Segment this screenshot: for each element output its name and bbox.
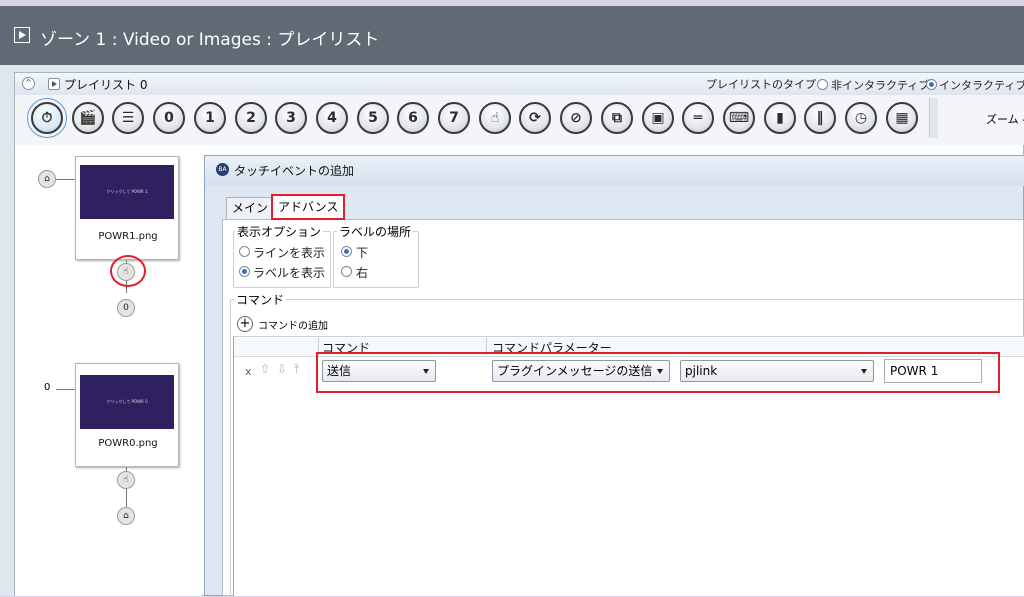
highlight-circle — [110, 255, 146, 287]
key-3-icon[interactable]: 3 — [275, 102, 307, 134]
radio-position-right[interactable] — [341, 266, 352, 277]
playlist-name: プレイリスト 0 — [64, 78, 148, 92]
playlist-play-icon[interactable] — [48, 78, 60, 90]
radio-position-bottom-label: 下 — [356, 246, 369, 260]
stopwatch-icon[interactable]: ⏱ — [27, 98, 67, 138]
keyboard-icon[interactable]: ⌨ — [723, 102, 755, 134]
app-icon: BA — [216, 163, 229, 176]
toolbar-scroll[interactable] — [929, 98, 938, 138]
barcode-icon[interactable]: ‖ — [804, 102, 836, 134]
key-4-icon[interactable]: 4 — [316, 102, 348, 134]
radio-show-label-label: ラベルを表示 — [253, 266, 326, 280]
node-count: 0 — [44, 382, 51, 393]
dialog-title: タッチイベントの追加 — [234, 164, 355, 178]
touch-icon[interactable]: ☝ — [479, 102, 511, 134]
serial-cable-icon[interactable]: ═ — [682, 102, 714, 134]
key-2-icon[interactable]: 2 — [235, 102, 267, 134]
tab-advanced[interactable]: アドバンス — [271, 194, 346, 220]
checklist-icon[interactable]: ☰ — [112, 102, 144, 134]
radio-show-line-label: ラインを表示 — [253, 246, 326, 260]
node-filename: POWR0.png — [98, 438, 158, 449]
commands-group-label: コマンド — [234, 291, 287, 308]
calendar-clock-icon[interactable]: ▦ — [886, 102, 918, 134]
radio-interactive-label: インタラクティブ — [939, 79, 1024, 92]
move-up-icon[interactable]: ⇧ — [260, 362, 270, 376]
playlist-type-label: プレイリストのタイプ : — [706, 78, 824, 91]
collapse-button[interactable]: ^ — [22, 77, 35, 90]
move-down-icon[interactable]: ⇩ — [277, 362, 287, 376]
delete-row-button[interactable]: x — [245, 365, 252, 378]
no-signal-icon[interactable]: ⊘ — [560, 102, 592, 134]
node-filename: POWR1.png — [98, 231, 158, 242]
window-overlap-icon[interactable]: ⧉ — [601, 102, 633, 134]
add-command-label[interactable]: コマンドの追加 — [258, 317, 328, 332]
node-count: 0 — [117, 299, 135, 317]
refresh-icon[interactable]: ⟳ — [519, 102, 551, 134]
zoom-label: ズーム - — [986, 113, 1024, 126]
key-7-icon[interactable]: 7 — [438, 102, 470, 134]
radio-non-interactive[interactable] — [817, 79, 828, 90]
radio-position-right-label: 右 — [356, 266, 369, 280]
radio-non-interactive-label: 非インタラクティブ — [831, 79, 930, 92]
play-window-icon[interactable] — [14, 27, 30, 43]
label-position-label: ラベルの場所 — [337, 223, 414, 240]
tab-main[interactable]: メイン — [226, 197, 275, 219]
radio-show-label[interactable] — [239, 266, 250, 277]
display-options-label: 表示オプション — [235, 223, 324, 240]
home-icon[interactable]: ⌂ — [117, 507, 135, 525]
touch-event-icon[interactable]: ☝ — [117, 471, 135, 489]
key-6-icon[interactable]: 6 — [397, 102, 429, 134]
clapperboard-icon[interactable]: 🎬 — [72, 102, 104, 134]
thumbnail: クリックして POWR 0 — [80, 375, 174, 429]
key-5-icon[interactable]: 5 — [357, 102, 389, 134]
monitor-icon[interactable]: ▣ — [642, 102, 674, 134]
timed-screen-icon[interactable]: ◷ — [845, 102, 877, 134]
thumbnail: クリックして POWR 1 — [80, 165, 174, 219]
playlist-node-1[interactable]: クリックして POWR 1 POWR1.png — [75, 156, 179, 260]
remote-icon[interactable]: ▮ — [764, 102, 796, 134]
window-title: ゾーン 1 : Video or Images : プレイリスト — [40, 30, 380, 50]
key-1-icon[interactable]: 1 — [194, 102, 226, 134]
home-icon[interactable]: ⌂ — [38, 170, 56, 188]
key-0-icon[interactable]: 0 — [153, 102, 185, 134]
add-command-icon[interactable]: + — [237, 316, 253, 332]
highlight-box — [316, 352, 1000, 393]
radio-show-line[interactable] — [239, 246, 250, 257]
playlist-node-0[interactable]: クリックして POWR 0 POWR0.png — [75, 363, 179, 467]
move-to-top-icon[interactable]: ⤒ — [294, 362, 299, 377]
radio-position-bottom[interactable] — [341, 246, 352, 257]
radio-interactive[interactable] — [926, 79, 937, 90]
